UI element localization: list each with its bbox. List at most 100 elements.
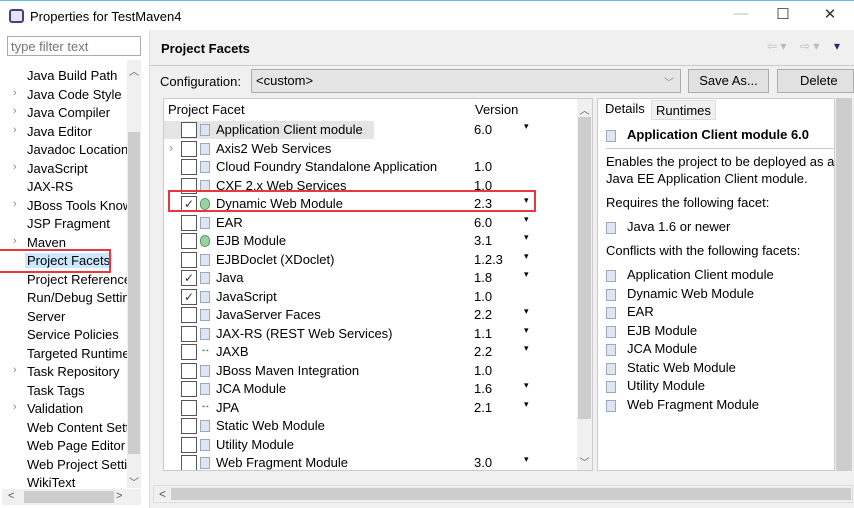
expand-chevron-icon[interactable]: › — [13, 105, 17, 117]
sidebar-horizontal-scrollbar[interactable]: < > — [2, 489, 141, 505]
facet-checkbox[interactable] — [181, 418, 197, 434]
version-dropdown-icon[interactable]: ▾ — [524, 269, 529, 280]
facet-checkbox[interactable] — [181, 362, 197, 379]
facet-row[interactable]: Application Client module 6.0 ▾ — [164, 121, 529, 139]
expand-chevron-icon[interactable]: › — [13, 401, 17, 413]
tab-runtimes[interactable]: Runtimes — [651, 100, 716, 120]
expand-chevron-icon[interactable]: › — [13, 235, 17, 247]
sidebar-item[interactable]: Web Content Settings — [0, 419, 127, 437]
sidebar-item[interactable]: Run/Debug Settings — [0, 289, 127, 307]
facet-row[interactable]: JavaServer Faces 2.2 ▾ — [164, 306, 578, 324]
facet-version[interactable]: 6.0 — [474, 215, 492, 230]
sidebar-item[interactable]: Targeted Runtimes — [0, 345, 127, 363]
table-vertical-scrollbar[interactable]: ︿ ﹀ — [577, 99, 592, 470]
facet-checkbox[interactable] — [181, 233, 197, 249]
facet-checkbox[interactable] — [181, 344, 197, 360]
facet-row[interactable]: Cloud Foundry Standalone Application 1.0 — [164, 158, 578, 176]
facet-row[interactable]: ↔ JAXB 2.2 ▾ — [164, 343, 578, 361]
facet-row[interactable]: JCA Module 1.6 ▾ — [164, 380, 578, 398]
maximize-button[interactable]: ☐ — [768, 5, 798, 27]
expand-chevron-icon[interactable]: › — [169, 140, 173, 155]
sidebar-item[interactable]: Web Project Settings — [0, 456, 127, 474]
facet-version[interactable]: 6.0 — [474, 122, 492, 137]
facet-version[interactable]: 2.2 — [474, 344, 492, 359]
scroll-up-icon[interactable]: ︿ — [127, 63, 141, 78]
sidebar-item[interactable]: Project References — [0, 271, 127, 289]
facet-row[interactable]: EJB Module 3.1 ▾ — [164, 232, 578, 250]
version-dropdown-icon[interactable]: ▾ — [524, 380, 529, 391]
facet-row[interactable]: Web Fragment Module 3.0 ▾ — [164, 454, 578, 470]
facet-version[interactable]: 1.0 — [474, 159, 492, 174]
sidebar-item[interactable]: › Validation — [0, 400, 127, 418]
sidebar-item[interactable]: › Task Repository — [0, 363, 127, 381]
sidebar-item[interactable]: › Java Editor — [0, 123, 127, 141]
column-header-facet[interactable]: Project Facet — [168, 102, 245, 117]
facet-row[interactable]: ✓ JavaScript 1.0 — [164, 288, 578, 306]
facet-checkbox[interactable] — [181, 122, 197, 138]
view-menu-button[interactable]: ▾ — [834, 39, 840, 53]
facet-row[interactable]: Utility Module — [164, 436, 578, 454]
sidebar-vertical-scrollbar[interactable]: ︿ ﹀ — [127, 60, 141, 489]
facet-row[interactable]: Static Web Module — [164, 417, 578, 435]
facet-version[interactable]: 2.2 — [474, 307, 492, 322]
scroll-down-icon[interactable]: ﹀ — [127, 474, 141, 489]
facet-checkbox[interactable] — [181, 455, 197, 470]
sidebar-item[interactable]: Javadoc Location — [0, 141, 127, 159]
version-dropdown-icon[interactable]: ▾ — [524, 214, 529, 225]
sidebar-item[interactable]: JAX-RS — [0, 178, 127, 196]
scroll-left-icon[interactable]: < — [8, 490, 14, 502]
facet-checkbox[interactable] — [181, 214, 197, 231]
version-dropdown-icon[interactable]: ▾ — [524, 121, 529, 132]
facet-row[interactable]: ✓ Java 1.8 ▾ — [164, 269, 578, 287]
scroll-left-icon[interactable]: < — [159, 487, 166, 501]
sidebar-item[interactable]: Java Build Path — [0, 67, 127, 85]
sidebar-item[interactable]: › Java Compiler — [0, 104, 127, 122]
facet-version[interactable]: 1.8 — [474, 270, 492, 285]
facet-version[interactable]: 1.0 — [474, 363, 492, 378]
details-vertical-scrollbar[interactable] — [836, 98, 852, 471]
facet-version[interactable]: 3.1 — [474, 233, 492, 248]
facet-checkbox[interactable]: ✓ — [181, 270, 197, 286]
sidebar-item[interactable]: Web Page Editor — [0, 437, 127, 455]
facet-row[interactable]: ↔ JPA 2.1 ▾ — [164, 399, 578, 417]
facet-checkbox[interactable]: ✓ — [181, 288, 197, 305]
sidebar-item[interactable]: Server — [0, 308, 127, 326]
facet-version[interactable]: 1.2.3 — [474, 252, 503, 267]
expand-chevron-icon[interactable]: › — [13, 87, 17, 99]
minimize-button[interactable]: — — [726, 5, 756, 27]
sidebar-item[interactable]: › JavaScript — [0, 160, 127, 178]
save-as-button[interactable]: Save As... — [688, 69, 769, 93]
configuration-select[interactable]: <custom> ﹀ — [251, 69, 681, 93]
back-button[interactable]: ⇦ ▾ — [767, 39, 786, 53]
column-header-version[interactable]: Version — [474, 102, 518, 117]
sidebar-item[interactable]: Service Policies — [0, 326, 127, 344]
version-dropdown-icon[interactable]: ▾ — [524, 454, 529, 465]
tab-details[interactable]: Details — [601, 99, 649, 119]
sidebar-item[interactable]: Project Facets — [0, 249, 127, 273]
facet-checkbox[interactable] — [181, 381, 197, 397]
version-dropdown-icon[interactable]: ▾ — [524, 325, 529, 336]
facet-checkbox[interactable] — [181, 307, 197, 323]
facet-checkbox[interactable] — [181, 140, 197, 157]
version-dropdown-icon[interactable]: ▾ — [524, 399, 529, 410]
facet-checkbox[interactable] — [181, 436, 197, 453]
facet-version[interactable]: 1.6 — [474, 381, 492, 396]
scrollbar-thumb[interactable] — [171, 488, 851, 500]
sidebar-item[interactable]: › JBoss Tools Knowledge Base — [0, 197, 127, 215]
facet-row[interactable]: › Axis2 Web Services — [164, 140, 578, 158]
facet-version[interactable]: 3.0 — [474, 455, 492, 470]
version-dropdown-icon[interactable]: ▾ — [524, 343, 529, 354]
facet-checkbox[interactable] — [181, 325, 197, 342]
scroll-right-icon[interactable]: > — [116, 490, 122, 502]
close-button[interactable]: ✕ — [815, 5, 845, 27]
facet-checkbox[interactable] — [181, 251, 197, 268]
scroll-up-icon[interactable]: ︿ — [577, 102, 592, 117]
facet-version[interactable]: 2.1 — [474, 400, 492, 415]
main-horizontal-scrollbar[interactable]: < — [153, 485, 853, 503]
sidebar-item[interactable]: › Java Code Style — [0, 86, 127, 104]
sidebar-item[interactable]: JSP Fragment — [0, 215, 127, 233]
version-dropdown-icon[interactable]: ▾ — [524, 306, 529, 317]
scrollbar-thumb[interactable] — [128, 132, 140, 454]
expand-chevron-icon[interactable]: › — [13, 161, 17, 173]
sidebar-item[interactable]: Task Tags — [0, 382, 127, 400]
